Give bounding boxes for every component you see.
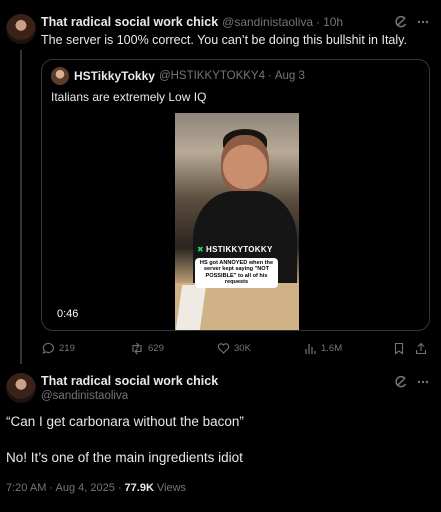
main-views-count: 77.9K <box>124 482 154 494</box>
quoted-header: HSTikkyTokky @HSTIKKYTOKKY4 · Aug 3 <box>51 67 305 85</box>
separator: · <box>117 482 122 494</box>
x-mark-icon: ✖ <box>197 245 205 254</box>
quoted-time[interactable]: Aug 3 <box>275 70 305 82</box>
grok-icon[interactable] <box>394 15 408 29</box>
repost-icon <box>130 342 144 355</box>
display-name[interactable]: That radical social work chick <box>41 15 218 29</box>
tweet-text: The server is 100% correct. You can’t be… <box>41 33 407 47</box>
grok-icon[interactable] <box>394 375 408 389</box>
quoted-tweet-card[interactable]: HSTikkyTokky @HSTIKKYTOKKY4 · Aug 3 Ital… <box>41 59 430 331</box>
tweet-header: That radical social work chick @sandinis… <box>41 15 343 29</box>
separator: · <box>316 15 321 29</box>
share-icon[interactable] <box>415 342 427 355</box>
main-timestamp[interactable]: 7:20 AM · Aug 4, 2025 <box>6 482 115 494</box>
reply-metric[interactable]: 219 <box>42 342 75 355</box>
like-count: 30K <box>234 343 251 354</box>
avatar[interactable] <box>6 373 36 403</box>
reply-count: 219 <box>59 343 75 354</box>
bookmark-icon[interactable] <box>393 342 405 355</box>
video-watermark: ✖ HSTIKKYTOKKY <box>197 245 273 254</box>
main-tweet-meta: 7:20 AM · Aug 4, 2025 · 77.9K Views <box>6 482 186 494</box>
quoted-display-name[interactable]: HSTikkyTokky <box>74 69 155 83</box>
like-icon <box>217 342 230 355</box>
main-display-name[interactable]: That radical social work chick <box>41 374 218 388</box>
views-icon <box>304 342 317 355</box>
quoted-handle[interactable]: @HSTIKKYTOKKY4 <box>159 70 265 82</box>
repost-count: 629 <box>148 343 164 354</box>
video-caption: HS got ANNOYED when the server kept sayi… <box>195 258 278 288</box>
views-metric[interactable]: 1.6M <box>304 342 342 355</box>
more-icon[interactable] <box>416 15 430 29</box>
reply-icon <box>42 342 55 355</box>
repost-metric[interactable]: 629 <box>130 342 164 355</box>
more-icon[interactable] <box>416 375 430 389</box>
video-duration: 0:46 <box>57 308 79 320</box>
handle[interactable]: @sandinistaoliva <box>222 15 313 29</box>
video-thumbnail[interactable]: ✖ HSTIKKYTOKKY HS got ANNOYED when the se… <box>175 113 299 330</box>
like-metric[interactable]: 30K <box>217 342 251 355</box>
views-count: 1.6M <box>321 343 343 354</box>
avatar[interactable] <box>6 14 36 44</box>
thread-line <box>20 50 22 364</box>
avatar[interactable] <box>51 67 69 85</box>
main-handle[interactable]: @sandinistaoliva <box>41 390 128 402</box>
main-tweet-line-2: No! It’s one of the main ingredients idi… <box>6 450 243 465</box>
main-views-label: Views <box>156 482 187 494</box>
main-tweet-line-1: “Can I get carbonara without the bacon” <box>6 414 244 429</box>
separator: · <box>268 70 272 82</box>
quoted-text: Italians are extremely Low IQ <box>51 90 207 104</box>
timestamp[interactable]: 10h <box>323 15 343 29</box>
person-head <box>221 135 269 193</box>
